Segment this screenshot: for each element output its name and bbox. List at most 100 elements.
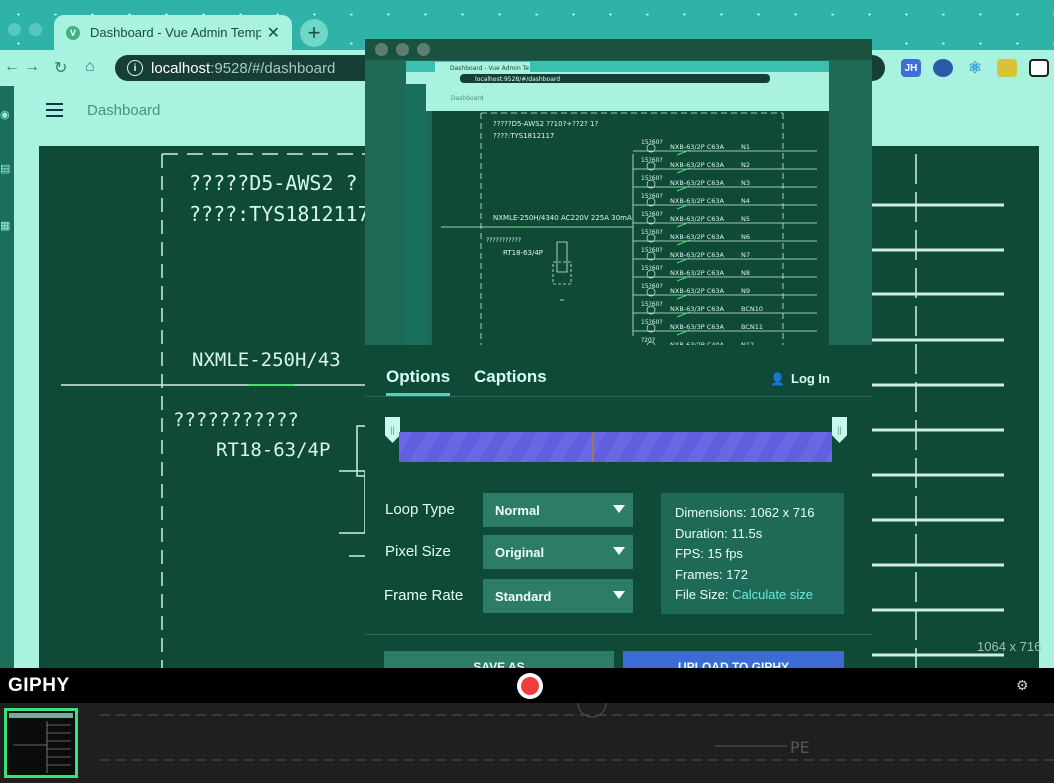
circuit-rating: 15?60? xyxy=(641,283,663,290)
circuit-rating: 15?60? xyxy=(641,229,663,236)
table-nav-icon[interactable]: ▦ xyxy=(0,219,12,232)
react-devtools-icon[interactable]: ⚛ xyxy=(965,59,985,77)
captured-frame-thumbnail[interactable] xyxy=(4,708,78,778)
pixel-size-label: Pixel Size xyxy=(385,543,451,560)
circuit-breaker-label: NXB-63/2P C40A xyxy=(670,341,725,345)
timeline-scrubber[interactable] xyxy=(399,432,832,462)
extension-icon-4[interactable] xyxy=(997,59,1017,77)
preview-drawing xyxy=(432,111,829,345)
fps-text: FPS: 15 fps xyxy=(675,546,743,561)
circuit-rating: ?20? xyxy=(641,337,655,344)
extension-icon-2[interactable] xyxy=(933,59,953,77)
close-tab-icon[interactable]: ✕ xyxy=(267,23,280,43)
circuit-id: N2 xyxy=(741,161,750,169)
gear-icon[interactable]: ⚙ xyxy=(1016,677,1029,694)
home-icon[interactable]: ⌂ xyxy=(85,58,95,76)
close-window-button[interactable] xyxy=(8,23,21,36)
circuit-rating: 15?60? xyxy=(641,247,663,254)
circuit-breaker-label: NXB-63/2P C63A xyxy=(670,233,725,241)
drawing-title-1: ?????D5-AWS2 ? xyxy=(189,171,358,195)
pixel-size-value: Original xyxy=(495,544,545,560)
circuit-id: N8 xyxy=(741,269,750,277)
circuit-breaker-label: NXB-63/2P C63A xyxy=(670,161,725,169)
breadcrumb[interactable]: Dashboard xyxy=(87,102,160,119)
circuit-rating: 15?60? xyxy=(641,301,663,308)
url-host: localhost xyxy=(151,59,211,77)
window-footer: SAVE AS UPLOAD TO GIPHY xyxy=(365,634,872,669)
save-as-button[interactable]: SAVE AS xyxy=(384,651,614,669)
browser-tab[interactable]: V Dashboard - Vue Admin Templat ✕ xyxy=(54,15,292,50)
new-tab-button[interactable]: + xyxy=(300,19,328,47)
jh-extension-icon[interactable]: JH xyxy=(901,59,921,77)
circuit-rating: 15?60? xyxy=(641,139,663,146)
reload-icon[interactable]: ↻ xyxy=(54,58,67,78)
loop-type-value: Normal xyxy=(495,502,540,518)
site-info-icon[interactable]: i xyxy=(127,60,143,76)
tab-title: Dashboard - Vue Admin Templat xyxy=(90,25,261,40)
qr-code-icon[interactable] xyxy=(1029,59,1049,77)
trim-start-handle[interactable]: || xyxy=(385,417,400,443)
login-button[interactable]: 👤 Log In xyxy=(770,371,830,386)
dashboard-nav-icon[interactable]: ◉ xyxy=(0,108,12,121)
preview-main-breaker-label: NXMLE-250H/4340 AC220V 225A 30mA xyxy=(493,214,632,222)
pixel-size-select[interactable]: Original xyxy=(483,535,633,569)
circuit-rating: 15?60? xyxy=(641,265,663,272)
frame-rate-value: Standard xyxy=(495,588,552,604)
person-icon: 👤 xyxy=(770,372,785,386)
frame-rate-label: Frame Rate xyxy=(384,587,464,604)
circuit-id: N1 xyxy=(741,143,750,151)
circuit-breaker-label: NXB-63/3P C63A xyxy=(670,305,725,313)
caret-down-icon xyxy=(613,505,625,513)
circuit-id: N12 xyxy=(741,341,754,345)
preview-title-1: ?????D5-AWS2 ??10?+??2? 1? xyxy=(493,120,598,128)
tab-options[interactable]: Options xyxy=(386,367,451,396)
file-size-label: File Size: xyxy=(675,587,729,602)
back-icon[interactable]: ← xyxy=(4,58,20,76)
preview-sidebar xyxy=(406,84,426,345)
circuit-id: N3 xyxy=(741,179,750,187)
form-nav-icon[interactable]: ▤ xyxy=(0,162,12,175)
options-tabs: Options Captions 👤 Log In xyxy=(365,359,872,397)
frames-text: Frames: 172 xyxy=(675,566,748,582)
gif-preview: Dashboard - Vue Admin Te localhost:9528/… xyxy=(365,60,872,345)
record-button[interactable] xyxy=(517,673,543,699)
circuit-id: N7 xyxy=(741,251,750,259)
capture-size-badge: 1064 x 716 xyxy=(977,639,1042,654)
circuit-id: N4 xyxy=(741,197,750,205)
loop-type-select[interactable]: Normal xyxy=(483,493,633,527)
upload-to-giphy-button[interactable]: UPLOAD TO GIPHY xyxy=(623,651,844,669)
close-window-button[interactable] xyxy=(375,43,388,56)
tab-captions[interactable]: Captions xyxy=(474,367,547,387)
record-icon xyxy=(521,677,539,695)
forward-icon[interactable]: → xyxy=(24,58,40,76)
vue-favicon-icon: V xyxy=(66,25,80,40)
dimensions-text: Dimensions: 1062 x 716 xyxy=(675,505,815,520)
circuit-id: N5 xyxy=(741,215,750,223)
giphy-capture-window: Dashboard - Vue Admin Te localhost:9528/… xyxy=(365,39,872,669)
trim-end-handle[interactable]: || xyxy=(832,417,847,443)
preview-tab-title: Dashboard - Vue Admin Te xyxy=(450,65,529,72)
q-label: ??????????? xyxy=(173,409,299,431)
playhead[interactable] xyxy=(592,432,594,462)
circuit-id: N6 xyxy=(741,233,750,241)
caret-down-icon xyxy=(613,547,625,555)
minimize-window-button[interactable] xyxy=(29,23,42,36)
zoom-window-button[interactable] xyxy=(417,43,430,56)
faint-pe-label: PE xyxy=(790,738,810,757)
circuit-breaker-label: NXB-63/2P C63A xyxy=(670,251,725,259)
frame-rate-select[interactable]: Standard xyxy=(483,579,633,613)
giphy-capture-bar: GIPHY ⚙ xyxy=(0,668,1054,703)
hamburger-icon[interactable] xyxy=(46,103,63,117)
minimize-window-button[interactable] xyxy=(396,43,409,56)
circuit-breaker-label: NXB-63/2P C63A xyxy=(670,197,725,205)
app-sidebar: ◉ ▤ ▦ xyxy=(0,86,14,668)
window-controls xyxy=(8,23,42,36)
calculate-size-link[interactable]: Calculate size xyxy=(732,587,813,602)
main-breaker-label: NXMLE-250H/43 xyxy=(192,349,341,371)
preview-q-label: ??????????? xyxy=(486,237,521,244)
circuit-rating: 15?60? xyxy=(641,211,663,218)
preview-title-2: ????:TYS1812117 xyxy=(493,132,554,140)
circuit-rating: 15?60? xyxy=(641,319,663,326)
preview-url: localhost:9528/#/dashboard xyxy=(475,76,560,83)
window-titlebar xyxy=(365,39,872,60)
